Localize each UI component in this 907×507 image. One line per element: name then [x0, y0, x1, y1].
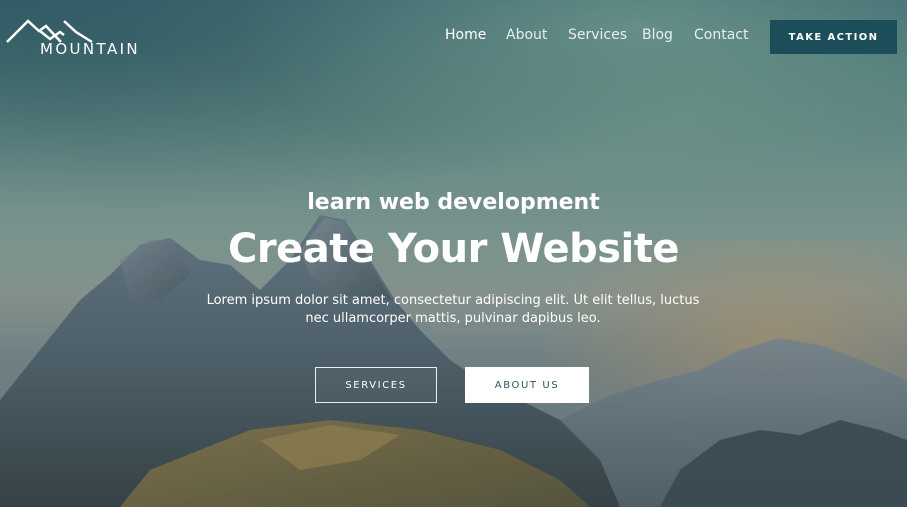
nav-item-contact[interactable]: Contact	[694, 27, 748, 43]
nav-item-about[interactable]: About	[506, 27, 547, 43]
nav-item-services[interactable]: Services	[568, 27, 627, 43]
hero-section: MOUNTAIN Home About Services Blog Contac…	[0, 0, 907, 507]
brand-logo[interactable]: MOUNTAIN	[6, 18, 146, 58]
nav-item-blog[interactable]: Blog	[642, 27, 673, 43]
brand-name: MOUNTAIN	[40, 40, 141, 58]
services-button[interactable]: SERVICES	[315, 367, 437, 403]
hero-kicker: learn web development	[307, 190, 600, 215]
take-action-button[interactable]: TAKE ACTION	[770, 20, 897, 54]
hero-description: Lorem ipsum dolor sit amet, consectetur …	[206, 293, 700, 326]
about-us-button[interactable]: ABOUT US	[465, 367, 589, 403]
hero-title: Create Your Website	[227, 226, 680, 272]
nav-item-home[interactable]: Home	[445, 27, 486, 43]
